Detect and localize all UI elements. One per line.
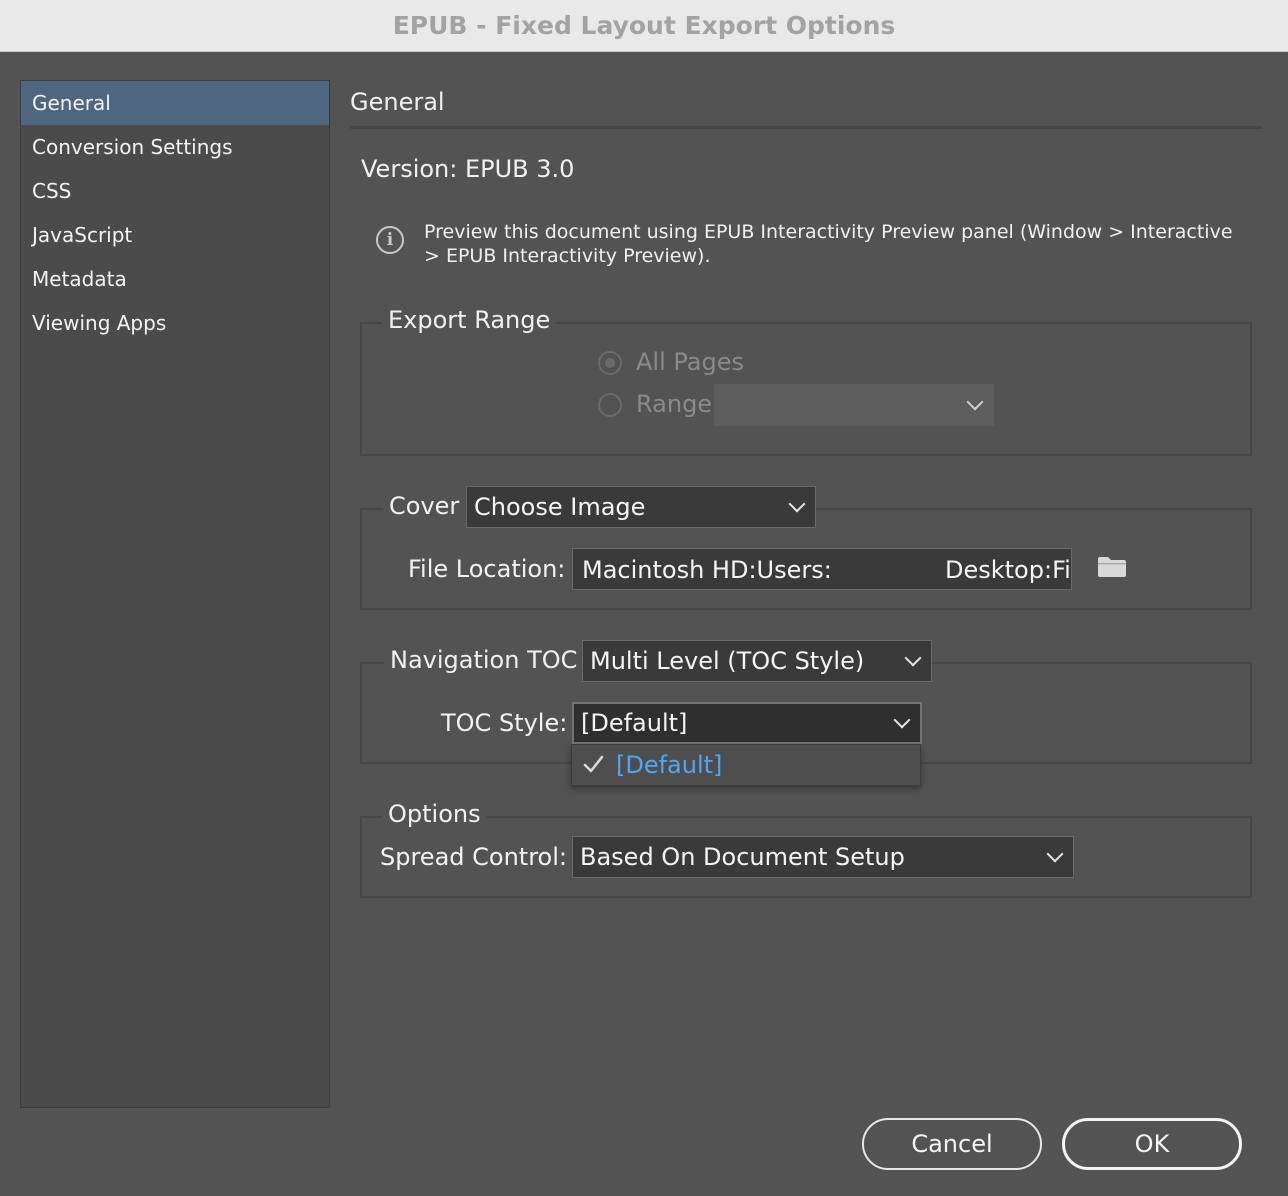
navigation-toc-value: Multi Level (TOC Style): [590, 647, 865, 675]
range-label: Range: [636, 390, 713, 418]
chevron-down-icon: [904, 649, 922, 667]
file-location-label: File Location:: [408, 555, 566, 583]
cover-select-value: Choose Image: [474, 493, 646, 521]
cancel-button[interactable]: Cancel: [862, 1118, 1042, 1170]
sidebar-item-javascript[interactable]: JavaScript: [21, 213, 329, 257]
file-location-end: Desktop:Fi: [945, 556, 1071, 584]
spread-control-select[interactable]: Based On Document Setup: [572, 836, 1074, 878]
export-range-legend: Export Range: [382, 306, 557, 334]
all-pages-radio[interactable]: [598, 351, 622, 375]
info-text: Preview this document using EPUB Interac…: [424, 221, 1233, 267]
toc-style-menu-item-default[interactable]: [Default]: [616, 751, 722, 779]
toc-style-dropdown-menu: [Default]: [571, 744, 921, 786]
info-icon: i: [376, 226, 404, 254]
window-title: EPUB - Fixed Layout Export Options: [0, 0, 1288, 52]
file-location-field[interactable]: Macintosh HD:Users: Desktop:Fi: [572, 548, 1072, 590]
sidebar-item-conversion-settings[interactable]: Conversion Settings: [21, 125, 329, 169]
toc-style-value: [Default]: [581, 709, 688, 737]
sidebar-item-general[interactable]: General: [21, 81, 329, 125]
chevron-down-icon: [788, 495, 806, 513]
all-pages-label: All Pages: [636, 348, 744, 376]
sidebar-item-viewing-apps[interactable]: Viewing Apps: [21, 301, 329, 345]
spread-control-value: Based On Document Setup: [580, 843, 905, 871]
toc-style-select[interactable]: [Default]: [572, 702, 922, 744]
chevron-down-icon: [1046, 845, 1064, 863]
section-title: General: [350, 88, 445, 116]
chevron-down-icon: [966, 393, 984, 411]
toc-style-label: TOC Style:: [441, 709, 568, 737]
folder-icon[interactable]: [1097, 556, 1127, 578]
sidebar-item-metadata[interactable]: Metadata: [21, 257, 329, 301]
spread-control-label: Spread Control:: [380, 843, 567, 871]
navigation-toc-legend: Navigation TOC: [384, 646, 584, 674]
cover-select[interactable]: Choose Image: [466, 486, 816, 528]
range-select[interactable]: [714, 384, 994, 426]
checkmark-icon: [583, 755, 604, 773]
ok-button[interactable]: OK: [1062, 1118, 1242, 1170]
version-text: Version: EPUB 3.0: [361, 155, 575, 183]
cover-legend: Cover: [383, 492, 466, 520]
file-location-start: Macintosh HD:Users:: [582, 556, 832, 584]
options-legend: Options: [382, 800, 487, 828]
sidebar: General Conversion Settings CSS JavaScri…: [20, 80, 330, 1108]
navigation-toc-select[interactable]: Multi Level (TOC Style): [582, 640, 932, 682]
range-radio[interactable]: [598, 393, 622, 417]
section-divider: [350, 126, 1262, 129]
chevron-down-icon: [893, 711, 911, 729]
sidebar-item-css[interactable]: CSS: [21, 169, 329, 213]
